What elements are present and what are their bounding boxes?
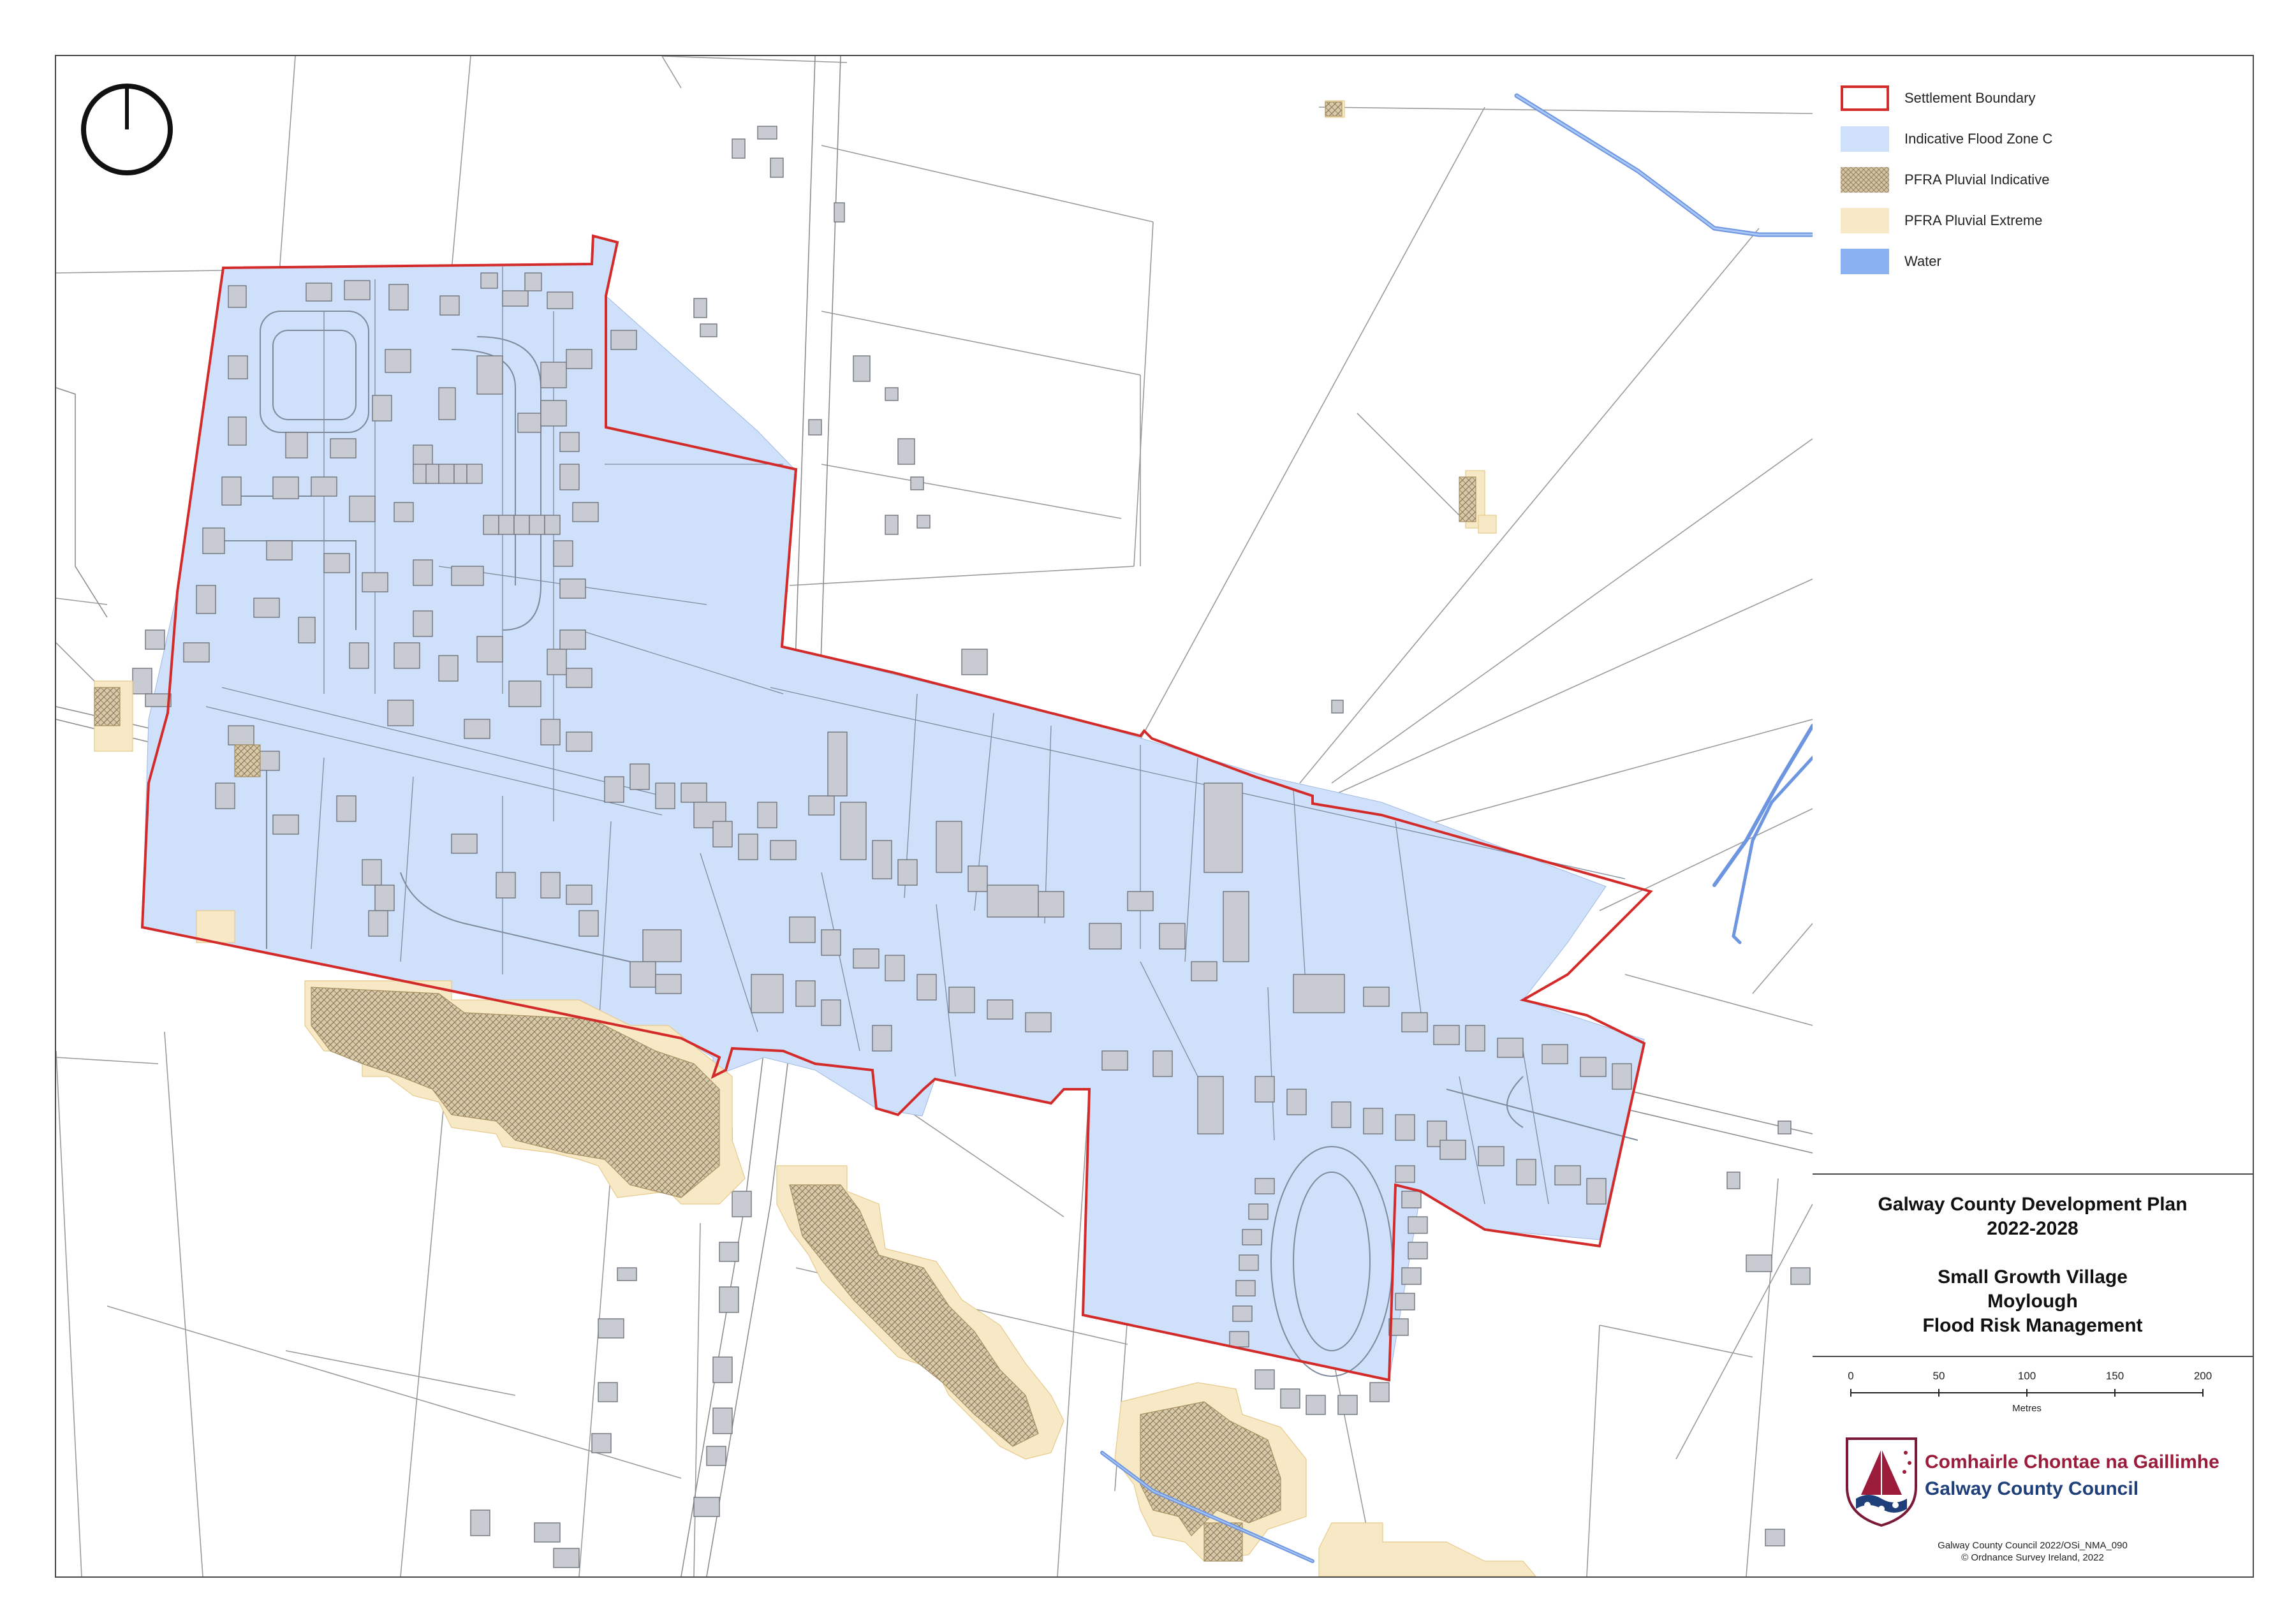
scale-unit: Metres	[2012, 1403, 2042, 1414]
scale-tick-label: 0	[1848, 1370, 1854, 1382]
plan-title: Galway County Development Plan	[1878, 1194, 2188, 1215]
scale-tick-label: 200	[2193, 1370, 2212, 1382]
legend-label: Settlement Boundary	[1904, 90, 2036, 106]
legend-label: PFRA Pluvial Extreme	[1904, 212, 2043, 228]
side-panel: Settlement Boundary Indicative Flood Zon…	[1813, 55, 2254, 1578]
legend-label: Water	[1904, 253, 1941, 269]
licence-text: Galway County Council 2022/OSi_NMA_090	[1938, 1540, 2128, 1551]
legend-item-pluvial-indicative: PFRA Pluvial Indicative	[1841, 167, 2049, 193]
scale-tick-label: 50	[1932, 1370, 1945, 1382]
village-category: Small Growth Village	[1938, 1267, 2128, 1288]
legend-label: PFRA Pluvial Indicative	[1904, 172, 2050, 187]
legend-label: Indicative Flood Zone C	[1904, 131, 2053, 147]
flood-zone-c-area	[142, 235, 1645, 1381]
legend-swatch-water	[1841, 249, 1889, 274]
legend-item-water: Water	[1841, 249, 1941, 274]
map-subject: Flood Risk Management	[1922, 1315, 2143, 1336]
council-name-english: Galway County Council	[1925, 1478, 2139, 1499]
legend-swatch-extreme	[1841, 208, 1889, 233]
council-crest-icon	[1846, 1437, 1917, 1527]
copyright-text: © Ordnance Survey Ireland, 2022	[1961, 1552, 2104, 1563]
council-name-irish: Comhairle Chontae na Gaillimhe	[1925, 1451, 2219, 1472]
title-block: Galway County Development Plan 2022-2028…	[1813, 1193, 2253, 1338]
legend-item-flood-zone-c: Indicative Flood Zone C	[1841, 126, 2052, 152]
legend-swatch-boundary	[1841, 85, 1889, 111]
scale-tick-label: 150	[2105, 1370, 2124, 1382]
legend-item-settlement-boundary: Settlement Boundary	[1841, 85, 2035, 111]
map-canvas[interactable]	[56, 56, 1813, 1576]
panel-divider	[1813, 1173, 2253, 1175]
north-arrow-icon	[81, 84, 173, 175]
legend-swatch-flood	[1841, 126, 1889, 152]
scale-bar-graphic	[1850, 1389, 2204, 1397]
panel-divider	[1813, 1356, 2253, 1357]
legend-item-pluvial-extreme: PFRA Pluvial Extreme	[1841, 208, 2042, 233]
credits: Galway County Council 2022/OSi_NMA_090 ©…	[1813, 1539, 2253, 1564]
plan-years: 2022-2028	[1987, 1218, 2079, 1239]
scale-tick-label: 100	[2017, 1370, 2036, 1382]
village-name: Moylough	[1987, 1291, 2078, 1312]
map-frame[interactable]	[55, 55, 1814, 1578]
legend-swatch-hatch	[1841, 167, 1889, 193]
